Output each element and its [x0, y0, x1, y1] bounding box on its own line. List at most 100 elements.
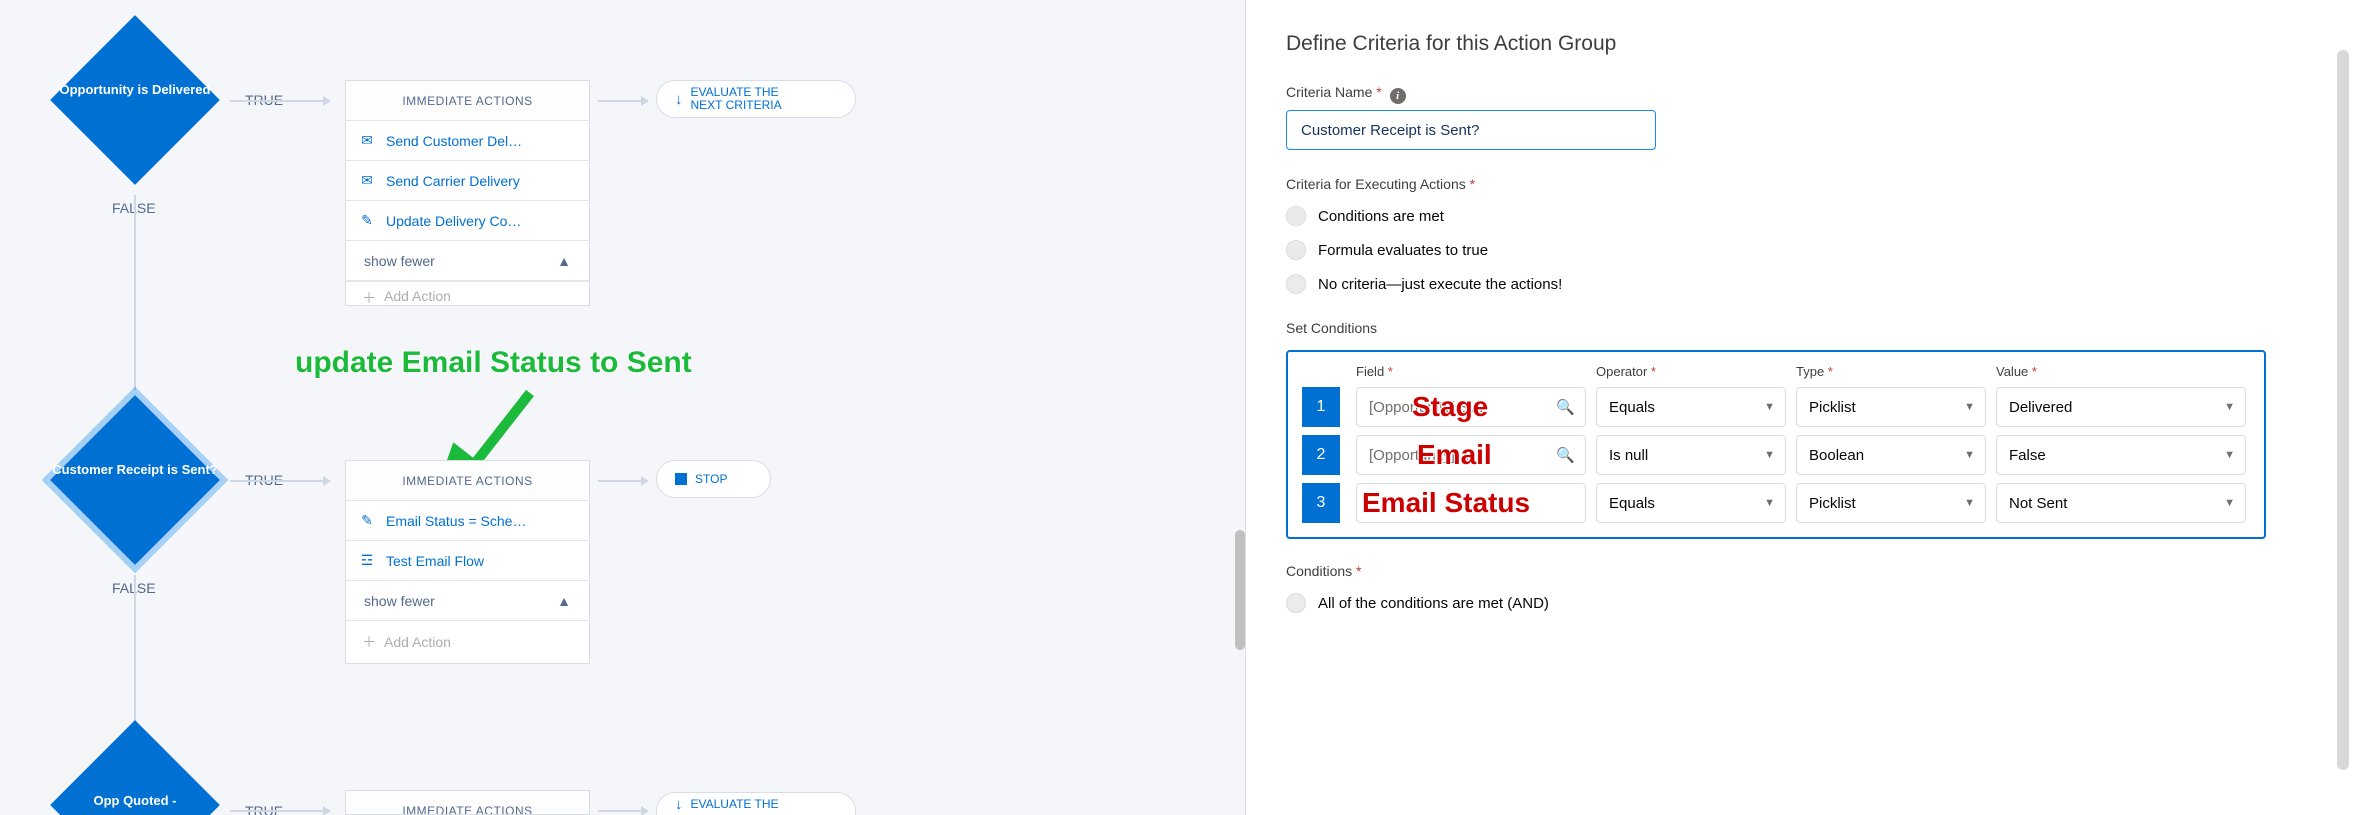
add-action-label: Add Action	[384, 634, 451, 650]
value-select[interactable]: False ▼	[1996, 435, 2246, 475]
plus-icon: ＋	[362, 632, 376, 652]
action-email-status-scheduled[interactable]: ✎ Email Status = Sche…	[346, 501, 589, 541]
chevron-down-icon: ▼	[1964, 449, 1975, 461]
flow-icon: ☲	[358, 553, 376, 569]
evaluate-next-criteria-pill-2[interactable]: ↓ EVALUATE THE	[656, 792, 856, 815]
radio-icon	[1286, 593, 1306, 613]
arrow-down-icon: ↓	[675, 91, 683, 108]
operator-value: Equals	[1609, 495, 1655, 512]
action-label: Update Delivery Co…	[386, 213, 521, 229]
col-operator: Operator *	[1596, 364, 1786, 379]
caret-up-icon: ▲	[557, 593, 571, 609]
action-label: Send Carrier Delivery	[386, 173, 520, 189]
pill-label: EVALUATE THE	[691, 797, 779, 811]
operator-select[interactable]: Equals▼	[1596, 387, 1786, 427]
type-select[interactable]: Picklist ▼	[1796, 387, 1986, 427]
chevron-down-icon: ▼	[1964, 401, 1975, 413]
actions-header-2: IMMEDIATE ACTIONS	[346, 461, 589, 501]
canvas-scrollbar[interactable]	[1235, 530, 1245, 650]
criteria-node-1-label: Opportunity is Delivered	[50, 82, 220, 98]
show-fewer-label: show fewer	[364, 253, 435, 269]
true-label-3: TRUE	[245, 803, 283, 815]
stop-pill[interactable]: STOP	[656, 460, 771, 498]
stop-icon	[675, 473, 687, 485]
panel-scrollbar[interactable]	[2337, 50, 2349, 770]
radio-no-criteria[interactable]: No criteria—just execute the actions!	[1286, 274, 2321, 294]
panel-title: Define Criteria for this Action Group	[1286, 32, 2321, 56]
radio-icon	[1286, 206, 1306, 226]
chevron-down-icon: ▼	[2224, 497, 2235, 509]
caret-up-icon: ▲	[557, 253, 571, 269]
criteria-node-1[interactable]	[50, 15, 220, 185]
type-value: Picklist	[1809, 399, 1856, 416]
radio-label: All of the conditions are met (AND)	[1318, 595, 1549, 612]
criteria-node-2[interactable]	[50, 395, 220, 565]
field-value: [Opportunity].S…	[1369, 399, 1484, 416]
type-select[interactable]: Picklist▼	[1796, 483, 1986, 523]
arrow-2b	[598, 480, 648, 482]
radio-label: Conditions are met	[1318, 208, 1444, 225]
condition-row: 3 🔍 Equals▼ Picklist▼ Not Sent▼ Email St…	[1302, 483, 2250, 523]
connector-v-1	[134, 195, 136, 390]
field-lookup[interactable]: 🔍	[1356, 483, 1586, 523]
envelope-icon: ✉	[358, 173, 376, 189]
chevron-down-icon: ▼	[1964, 497, 1975, 509]
operator-select[interactable]: Equals ▼	[1596, 483, 1786, 523]
field-lookup[interactable]: [Opportunity].S… 🔍	[1356, 387, 1586, 427]
search-icon: 🔍	[1556, 446, 1575, 464]
pencil-icon: ✎	[358, 213, 376, 229]
value-value: False	[2009, 447, 2046, 464]
criteria-node-3-label: Opp Quoted -	[50, 793, 220, 809]
process-builder-canvas: Opportunity is Delivered FALSE TRUE IMME…	[0, 0, 1245, 815]
show-fewer-2[interactable]: show fewer ▲	[346, 581, 589, 621]
pill-label: EVALUATE THENEXT CRITERIA	[691, 86, 782, 112]
action-label: Test Email Flow	[386, 553, 484, 569]
actions-header-3: IMMEDIATE ACTIONS	[346, 791, 589, 815]
action-send-customer-delivery[interactable]: ✉ Send Customer Del…	[346, 121, 589, 161]
actions-group-1: IMMEDIATE ACTIONS ✉ Send Customer Del… ✉…	[345, 80, 590, 306]
evaluate-next-criteria-pill[interactable]: ↓ EVALUATE THENEXT CRITERIA	[656, 80, 856, 118]
chevron-down-icon: ▼	[1764, 497, 1775, 509]
row-number: 2	[1302, 435, 1340, 475]
row-number: 1	[1302, 387, 1340, 427]
criteria-name-input[interactable]	[1286, 110, 1656, 150]
actions-group-2: IMMEDIATE ACTIONS ✎ Email Status = Sche……	[345, 460, 590, 664]
action-update-delivery[interactable]: ✎ Update Delivery Co…	[346, 201, 589, 241]
search-icon: 🔍	[1556, 398, 1575, 416]
pencil-icon: ✎	[358, 513, 376, 529]
add-action-2[interactable]: ＋ Add Action	[346, 621, 589, 663]
col-value: Value *	[1996, 364, 2246, 379]
radio-all-conditions[interactable]: All of the conditions are met (AND)	[1286, 593, 2321, 613]
plus-icon: ＋	[362, 288, 376, 305]
operator-value: Is null	[1609, 447, 1648, 464]
radio-icon	[1286, 274, 1306, 294]
col-field: Field *	[1356, 364, 1586, 379]
operator-select[interactable]: Is null▼	[1596, 435, 1786, 475]
action-send-carrier-delivery[interactable]: ✉ Send Carrier Delivery	[346, 161, 589, 201]
value-select[interactable]: Not Sent ▼	[1996, 483, 2246, 523]
condition-row: 2 [Opportunity]… 🔍 Is null▼ Boolean▼ Fal…	[1302, 435, 2250, 475]
arrow-down-icon: ↓	[675, 796, 683, 813]
action-test-email-flow[interactable]: ☲ Test Email Flow	[346, 541, 589, 581]
row-number: 3	[1302, 483, 1340, 523]
radio-label: No criteria—just execute the actions!	[1318, 276, 1562, 293]
value-value: Not Sent	[2009, 495, 2067, 512]
arrow-3b	[598, 810, 648, 812]
info-icon[interactable]: i	[1390, 88, 1406, 104]
chevron-down-icon: ▼	[2224, 449, 2235, 461]
show-fewer-1[interactable]: show fewer ▲	[346, 241, 589, 281]
pill-label: STOP	[695, 472, 727, 486]
field-value: [Opportunity]…	[1369, 447, 1470, 464]
condition-row: 1 [Opportunity].S… 🔍 Equals▼ Picklist ▼ D…	[1302, 387, 2250, 427]
exec-criteria-label: Criteria for Executing Actions *	[1286, 176, 2321, 192]
action-label: Email Status = Sche…	[386, 513, 526, 529]
radio-formula[interactable]: Formula evaluates to true	[1286, 240, 2321, 260]
add-action-1[interactable]: ＋ Add Action	[346, 281, 589, 305]
radio-icon	[1286, 240, 1306, 260]
radio-conditions-met[interactable]: Conditions are met	[1286, 206, 2321, 226]
criteria-detail-panel: Define Criteria for this Action Group Cr…	[1245, 0, 2361, 815]
field-lookup[interactable]: [Opportunity]… 🔍	[1356, 435, 1586, 475]
arrow-3a	[230, 810, 330, 812]
value-select[interactable]: Delivered▼	[1996, 387, 2246, 427]
type-select[interactable]: Boolean▼	[1796, 435, 1986, 475]
